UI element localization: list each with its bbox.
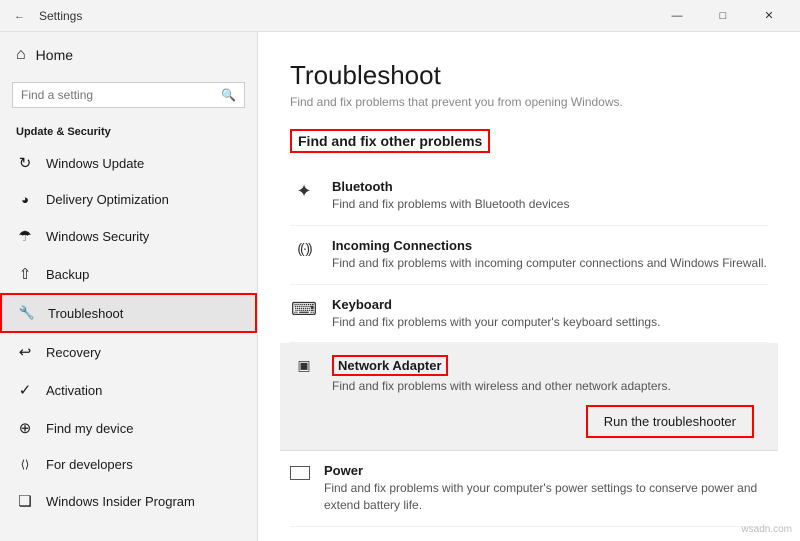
sidebar-item-troubleshoot[interactable]: 🔧 Troubleshoot (0, 293, 257, 333)
activation-icon: ✓ (16, 381, 34, 399)
item-desc: Find and fix problems with wireless and … (332, 378, 754, 395)
page-title: Troubleshoot (290, 60, 768, 91)
recovery-icon: ↩ (16, 343, 34, 361)
item-title: Power (324, 463, 768, 478)
title-bar-title: Settings (39, 9, 654, 23)
watermark: wsadn.com (741, 524, 792, 535)
sidebar-item-recovery[interactable]: ↩ Recovery (0, 333, 257, 371)
sidebar-item-find-my-device[interactable]: ⊕ Find my device (0, 409, 257, 447)
run-troubleshooter-button[interactable]: Run the troubleshooter (586, 405, 754, 438)
maximize-button[interactable]: □ (700, 0, 746, 32)
sidebar: ⌂ Home 🔍 Update & Security ↻ Windows Upd… (0, 32, 258, 541)
item-title: Keyboard (332, 297, 768, 312)
sidebar-item-for-developers[interactable]: ⟨⟩ For developers (0, 447, 257, 482)
sidebar-item-label: Backup (46, 267, 89, 282)
delivery-icon: ◕ (16, 192, 34, 207)
sidebar-item-delivery-optimization[interactable]: ◕ Delivery Optimization (0, 182, 257, 217)
search-icon: 🔍 (221, 88, 236, 102)
find-device-icon: ⊕ (16, 419, 34, 437)
item-desc: Find and fix problems with your computer… (332, 314, 768, 331)
sidebar-item-windows-update[interactable]: ↻ Windows Update (0, 144, 257, 182)
item-title: Network Adapter (332, 355, 448, 376)
content-area: Troubleshoot Find and fix problems that … (258, 32, 800, 541)
sidebar-item-label: Windows Security (46, 229, 149, 244)
sidebar-item-activation[interactable]: ✓ Activation (0, 371, 257, 409)
search-box: 🔍 (12, 82, 245, 108)
troubleshoot-item-program-compat: ≡ Program Compatibility Troubleshooter F… (290, 527, 768, 541)
back-button[interactable]: ← (8, 6, 31, 26)
sidebar-item-label: Troubleshoot (48, 306, 123, 321)
sidebar-item-label: Delivery Optimization (46, 192, 169, 207)
item-desc: Find and fix problems with incoming comp… (332, 255, 768, 272)
minimize-button[interactable]: — (654, 0, 700, 32)
section-header: Find and fix other problems (290, 129, 490, 153)
troubleshoot-item-text: Keyboard Find and fix problems with your… (332, 297, 768, 331)
backup-icon: ⇧ (16, 265, 34, 283)
troubleshoot-item-text: Bluetooth Find and fix problems with Blu… (332, 179, 768, 213)
sidebar-item-label: Activation (46, 383, 102, 398)
sidebar-item-label: Find my device (46, 421, 133, 436)
developer-icon: ⟨⟩ (16, 458, 34, 471)
item-title: Bluetooth (332, 179, 768, 194)
wrench-icon: 🔧 (18, 305, 36, 321)
sidebar-home[interactable]: ⌂ Home (0, 32, 257, 78)
troubleshoot-item-text: Network Adapter Find and fix problems wi… (332, 355, 754, 438)
bluetooth-icon: ✦ (290, 181, 318, 202)
sidebar-item-label: Recovery (46, 345, 101, 360)
troubleshoot-item-power: Power Find and fix problems with your co… (290, 451, 768, 527)
update-icon: ↻ (16, 154, 34, 172)
item-desc: Find and fix problems with your computer… (324, 480, 768, 514)
search-input[interactable] (21, 88, 221, 102)
sidebar-item-backup[interactable]: ⇧ Backup (0, 255, 257, 293)
troubleshoot-item-text: Power Find and fix problems with your co… (324, 463, 768, 514)
sidebar-item-label: For developers (46, 457, 133, 472)
title-bar: ← Settings — □ ✕ (0, 0, 800, 32)
troubleshoot-item-bluetooth: ✦ Bluetooth Find and fix problems with B… (290, 167, 768, 226)
troubleshoot-item-network-adapter: ▣ Network Adapter Find and fix problems … (280, 343, 778, 451)
item-title: Incoming Connections (332, 238, 768, 253)
page-subtitle: Find and fix problems that prevent you f… (290, 95, 768, 109)
insider-icon: ❏ (16, 492, 34, 510)
keyboard-icon: ⌨ (290, 299, 318, 320)
shield-icon: ☂ (16, 227, 34, 245)
network-adapter-icon: ▣ (290, 357, 318, 374)
home-icon: ⌂ (16, 46, 26, 64)
app-body: ⌂ Home 🔍 Update & Security ↻ Windows Upd… (0, 32, 800, 541)
troubleshoot-item-text: Incoming Connections Find and fix proble… (332, 238, 768, 272)
close-button[interactable]: ✕ (746, 0, 792, 32)
troubleshoot-item-keyboard: ⌨ Keyboard Find and fix problems with yo… (290, 285, 768, 344)
sidebar-item-label: Windows Insider Program (46, 494, 195, 509)
item-desc: Find and fix problems with Bluetooth dev… (332, 196, 768, 213)
incoming-icon: ((·)) (290, 240, 318, 256)
troubleshoot-item-incoming: ((·)) Incoming Connections Find and fix … (290, 226, 768, 285)
window-controls: — □ ✕ (654, 0, 792, 32)
power-icon (290, 466, 310, 480)
sidebar-item-windows-security[interactable]: ☂ Windows Security (0, 217, 257, 255)
sidebar-item-windows-insider[interactable]: ❏ Windows Insider Program (0, 482, 257, 520)
sidebar-item-label: Windows Update (46, 156, 144, 171)
home-label: Home (36, 47, 73, 63)
sidebar-section-title: Update & Security (0, 118, 257, 144)
